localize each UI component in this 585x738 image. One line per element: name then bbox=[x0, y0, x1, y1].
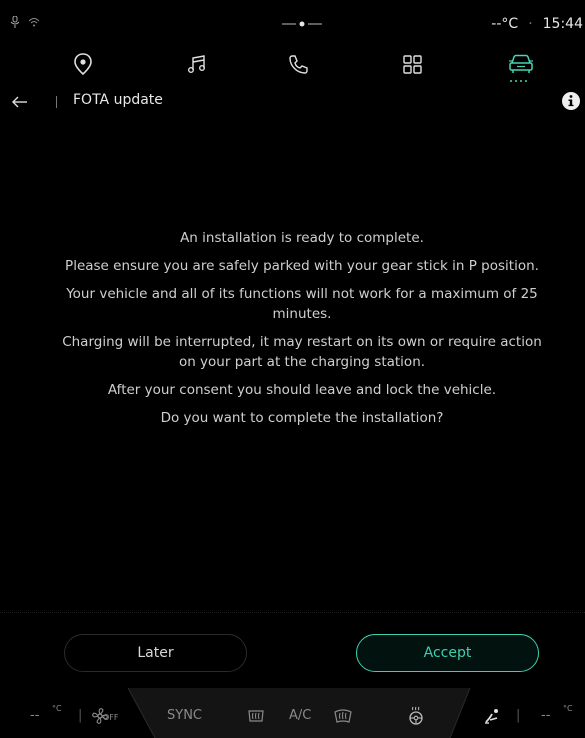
right-temperature-unit: °C bbox=[563, 704, 573, 713]
page-header: FOTA update bbox=[0, 86, 585, 118]
clock: 15:44 bbox=[542, 16, 583, 32]
status-left bbox=[10, 16, 40, 28]
wifi-icon bbox=[28, 18, 40, 27]
microphone-off-icon bbox=[10, 16, 20, 28]
status-bar: --°C · 15:44 bbox=[0, 0, 585, 44]
accept-button[interactable]: Accept bbox=[356, 634, 539, 672]
nav-active-indicator bbox=[510, 80, 527, 82]
later-button[interactable]: Later bbox=[64, 634, 247, 672]
rear-defrost-icon[interactable] bbox=[246, 706, 266, 726]
left-temperature-unit: °C bbox=[52, 704, 62, 713]
fan-status: OFF bbox=[103, 713, 119, 722]
message-line: Charging will be interrupted, it may res… bbox=[62, 334, 542, 370]
status-separator: · bbox=[528, 16, 533, 32]
content-divider bbox=[0, 612, 585, 613]
ac-button[interactable]: A/C bbox=[289, 708, 311, 723]
installation-message: An installation is ready to complete. Pl… bbox=[60, 228, 544, 436]
message-line: Your vehicle and all of its functions wi… bbox=[66, 286, 538, 322]
info-icon[interactable] bbox=[561, 91, 581, 111]
outside-temperature: --°C bbox=[491, 16, 519, 32]
header-separator bbox=[56, 96, 57, 108]
status-right: --°C · 15:44 bbox=[491, 16, 583, 32]
apps-grid-icon bbox=[403, 55, 422, 74]
right-separator: | bbox=[516, 708, 521, 723]
page-title: FOTA update bbox=[73, 92, 163, 108]
message-line: Do you want to complete the installation… bbox=[160, 410, 444, 426]
car-icon bbox=[509, 54, 533, 73]
seat-airflow-icon[interactable] bbox=[482, 706, 502, 726]
main-nav bbox=[0, 44, 585, 86]
left-temperature[interactable]: -- bbox=[30, 708, 39, 723]
message-line: After your consent you should leave and … bbox=[107, 382, 497, 398]
heated-steering-wheel-icon[interactable] bbox=[406, 706, 426, 726]
sync-button[interactable]: SYNC bbox=[167, 708, 202, 723]
nav-apps[interactable] bbox=[398, 50, 426, 78]
nav-media[interactable] bbox=[183, 50, 211, 78]
music-note-icon bbox=[188, 55, 205, 73]
nav-navigation[interactable] bbox=[69, 50, 97, 78]
nav-phone[interactable] bbox=[284, 50, 312, 78]
left-separator: | bbox=[78, 708, 83, 723]
page-indicator-icon bbox=[282, 21, 322, 27]
message-line: Please ensure you are safely parked with… bbox=[65, 258, 539, 274]
nav-vehicle[interactable] bbox=[507, 50, 535, 78]
back-arrow-icon[interactable] bbox=[10, 92, 30, 112]
front-defrost-icon[interactable] bbox=[333, 706, 353, 726]
right-temperature[interactable]: -- bbox=[541, 708, 550, 723]
message-line: An installation is ready to complete. bbox=[180, 230, 424, 246]
phone-icon bbox=[289, 55, 308, 74]
location-pin-icon bbox=[74, 53, 92, 76]
